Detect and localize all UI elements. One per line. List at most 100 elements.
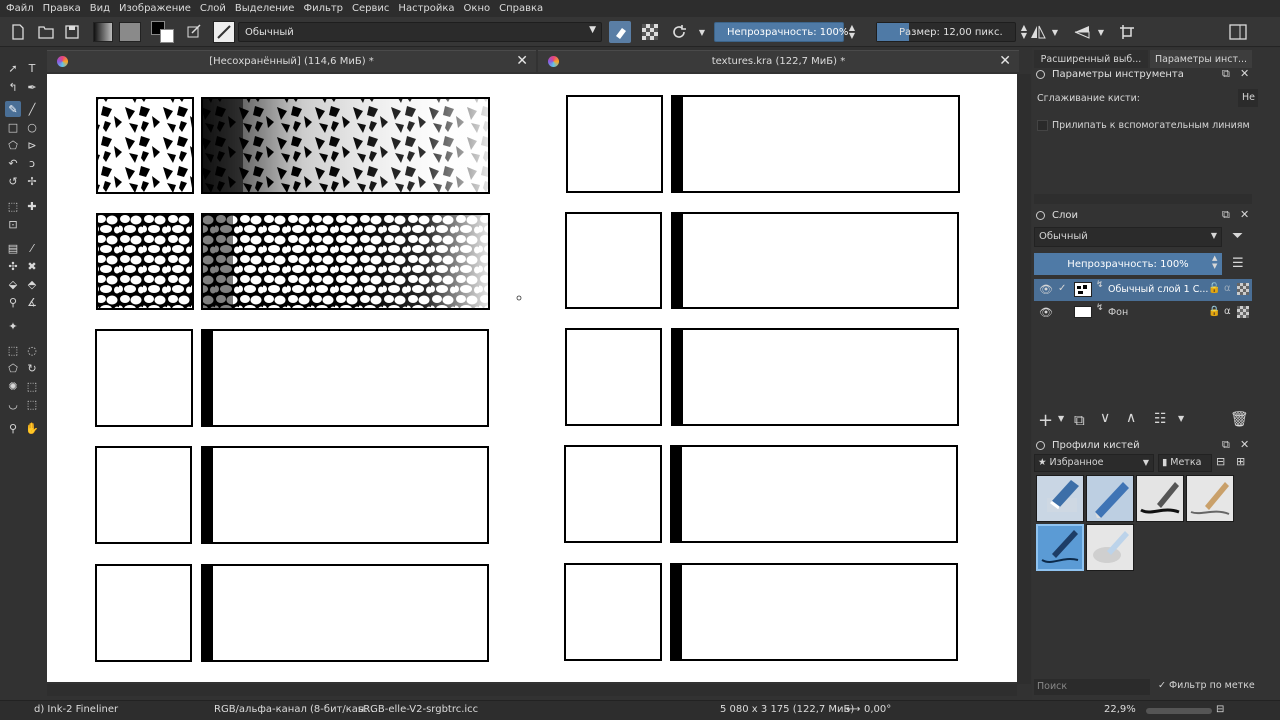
size-slider[interactable]: Размер: 12,00 пикс. (876, 22, 1016, 42)
menu-layer[interactable]: Слой (200, 3, 226, 14)
chevron-down-icon[interactable]: ▼ (1096, 21, 1106, 43)
color-picker-icon[interactable]: ⁄ (24, 240, 40, 256)
smart-patch-icon[interactable]: ✖ (24, 258, 40, 274)
reference-tool-icon[interactable]: ✦ (5, 318, 21, 334)
alpha-inherit-icon[interactable] (1237, 306, 1249, 318)
lock-icon[interactable] (1036, 69, 1045, 79)
foreground-background-color-icon[interactable] (150, 21, 176, 43)
move-tool-icon[interactable]: ✚ (24, 198, 40, 214)
close-icon[interactable]: ✕ (999, 53, 1011, 69)
delete-layer-icon[interactable]: 🗑 (1230, 410, 1249, 428)
enclose-fill-icon[interactable]: ⬘ (24, 276, 40, 292)
status-zoom[interactable]: 22,9% (1104, 704, 1136, 715)
tab-unsaved-document[interactable]: [Несохранённый] (114,6 МиБ) * ✕ (47, 50, 536, 72)
alpha-lock-icon[interactable] (640, 21, 660, 43)
polygon-select-icon[interactable]: ⬠ (5, 360, 21, 376)
eraser-mode-icon[interactable] (608, 21, 632, 43)
close-icon[interactable]: ✕ (1240, 67, 1249, 80)
mirror-vertical-icon[interactable] (1070, 21, 1094, 43)
palette-icon[interactable] (184, 21, 204, 43)
brush-preset-ink[interactable] (1136, 475, 1184, 522)
smoothing-select[interactable]: Не (1238, 89, 1258, 107)
layer-blend-mode-select[interactable]: Обычный ▼ (1034, 227, 1222, 247)
new-document-icon[interactable] (8, 21, 28, 43)
unlock-icon[interactable]: 🔓 (1208, 283, 1220, 294)
snap-checkbox[interactable] (1037, 120, 1048, 131)
brush-tag-filter-select[interactable]: ★ Избранное ▼ (1034, 454, 1154, 472)
line-tool-icon[interactable]: ╱ (24, 101, 40, 117)
gradient-icon[interactable] (92, 21, 114, 43)
close-icon[interactable]: ✕ (516, 53, 528, 69)
workspace-icon[interactable] (1226, 21, 1250, 43)
alpha-inherit-icon[interactable] (1237, 283, 1249, 295)
crop-tool-icon[interactable]: ⊡ (5, 216, 21, 232)
reload-preset-icon[interactable] (668, 21, 690, 43)
menu-icon[interactable]: ☰ (1232, 256, 1244, 271)
add-layer-icon[interactable]: + (1038, 410, 1053, 431)
status-brush[interactable]: d) Ink-2 Fineliner (34, 704, 118, 715)
spin-icon[interactable]: ▲ ▼ (1212, 254, 1217, 270)
gradient-tool-icon[interactable]: ▤ (5, 240, 21, 256)
tab-textures-document[interactable]: textures.kra (122,7 МиБ) * ✕ (538, 50, 1019, 72)
edit-shapes-icon[interactable]: ↰ (5, 79, 21, 95)
brush-preset-icon[interactable] (212, 21, 236, 43)
menu-help[interactable]: Справка (499, 3, 543, 14)
eye-icon[interactable]: 👁 (1039, 283, 1053, 296)
contiguous-select-icon[interactable]: ✺ (5, 378, 21, 394)
colorize-mask-icon[interactable]: ✣ (5, 258, 21, 274)
blend-mode-select[interactable]: Обычный ▼ (238, 22, 602, 42)
docker-scrollbar[interactable] (1034, 194, 1252, 204)
menu-edit[interactable]: Правка (43, 3, 81, 14)
rectangle-tool-icon[interactable]: □ (5, 119, 21, 135)
bezier-tool-icon[interactable]: ↶ (5, 155, 21, 171)
magnetic-select-icon[interactable]: ⬚ (24, 396, 40, 412)
float-icon[interactable]: ⧉ (1222, 67, 1230, 81)
select-shapes-icon[interactable]: ➚ (5, 60, 21, 76)
horizontal-scrollbar[interactable] (47, 684, 1017, 696)
move-layer-down-icon[interactable]: ∨ (1100, 410, 1110, 426)
pattern-icon[interactable] (118, 21, 142, 43)
menu-file[interactable]: Файл (6, 3, 34, 14)
measure-tool-icon[interactable]: ∡ (24, 294, 40, 310)
freehand-select-icon[interactable]: ↻ (24, 360, 40, 376)
chevron-down-icon[interactable]: ▼ (1058, 414, 1064, 423)
ellipse-tool-icon[interactable]: ○ (24, 119, 40, 135)
zoom-out-icon[interactable]: ⊟ (1216, 704, 1224, 715)
canvas[interactable] (47, 74, 1017, 682)
filter-by-tag-checkbox[interactable]: ✓ Фильтр по метке (1158, 680, 1255, 691)
layer-opacity-slider[interactable]: Непрозрачность: 100% (1034, 253, 1222, 275)
polygon-tool-icon[interactable]: ⬠ (5, 137, 21, 153)
lock-icon[interactable] (1036, 210, 1045, 220)
status-rotation[interactable]: 0,00° (864, 704, 891, 715)
check-icon[interactable]: ✓ (1058, 283, 1066, 294)
polyline-tool-icon[interactable]: ⊳ (24, 137, 40, 153)
open-folder-icon[interactable] (36, 21, 56, 43)
close-icon[interactable]: ✕ (1240, 208, 1249, 221)
wrap-around-icon[interactable] (1116, 21, 1138, 43)
menu-settings[interactable]: Настройка (398, 3, 454, 14)
duplicate-layer-icon[interactable]: ⧉ (1074, 411, 1085, 429)
opacity-spin-icon[interactable]: ▲ ▼ (846, 21, 858, 43)
layer-row[interactable]: 👁 ↯ Фон 🔒 α (1034, 302, 1252, 324)
chevron-down-icon[interactable]: ▼ (696, 21, 708, 43)
freehand-brush-icon[interactable]: ✎ (5, 101, 21, 117)
calligraphy-icon[interactable]: ✒ (24, 79, 40, 95)
alpha-icon[interactable]: α (1224, 306, 1231, 317)
brush-preset-airbrush[interactable] (1086, 524, 1134, 571)
save-icon[interactable] (62, 21, 82, 43)
text-tool-icon[interactable]: T (24, 60, 40, 76)
fill-tool-icon[interactable]: ⬙ (5, 276, 21, 292)
assistant-tool-icon[interactable]: ⚲ (5, 294, 21, 310)
lock-icon[interactable] (1036, 440, 1045, 450)
float-icon[interactable]: ⧉ (1222, 208, 1230, 222)
menu-select[interactable]: Выделение (235, 3, 295, 14)
brush-preset-eraser[interactable] (1036, 475, 1084, 522)
layer-row[interactable]: 👁 ✓ ↯ Обычный слой 1 С... 🔓 α (1034, 279, 1252, 301)
brush-preset-fineliner-selected[interactable] (1036, 524, 1084, 571)
chevron-down-icon[interactable]: ▼ (1178, 414, 1184, 423)
mirror-horizontal-icon[interactable] (1026, 21, 1050, 43)
ellipse-select-icon[interactable]: ◌ (24, 342, 40, 358)
vertical-scrollbar[interactable] (1017, 74, 1031, 684)
layer-properties-icon[interactable]: ☷ (1154, 411, 1167, 427)
chevron-down-icon[interactable]: ▼ (1050, 21, 1060, 43)
